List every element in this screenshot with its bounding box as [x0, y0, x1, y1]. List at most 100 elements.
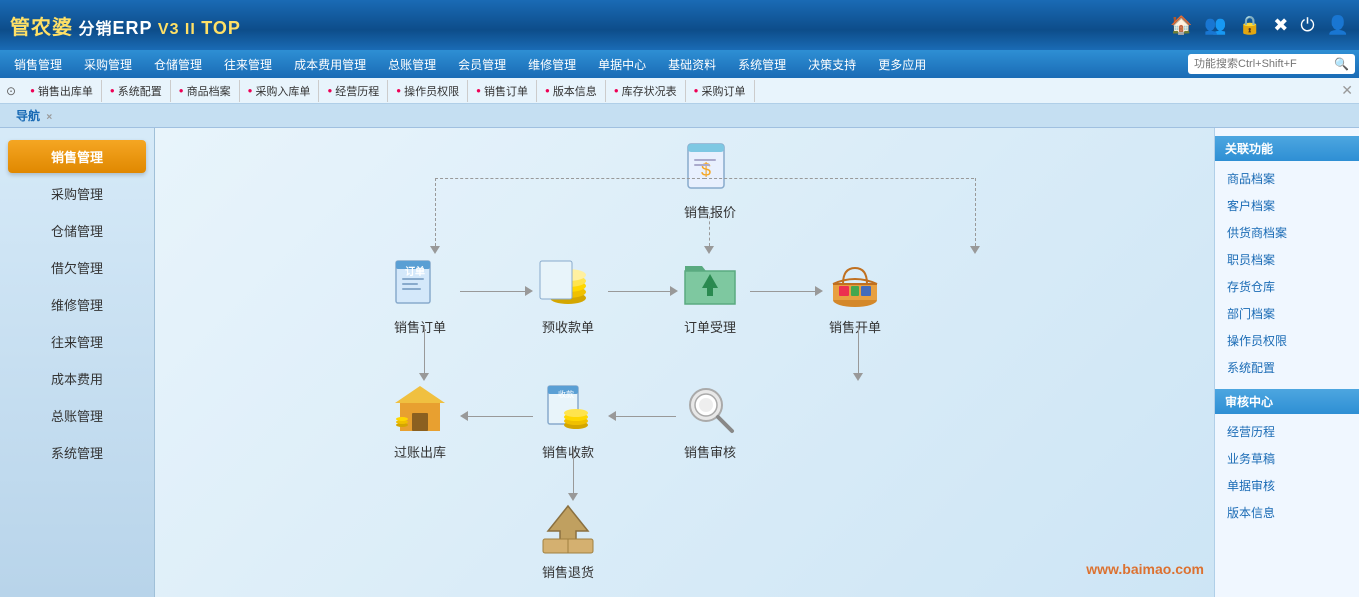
lock-icon[interactable]: 🔒 — [1239, 15, 1261, 36]
arrow-right-dashed — [970, 178, 980, 254]
search-box: 🔍 — [1188, 54, 1355, 74]
order-receive-label: 订单受理 — [684, 317, 736, 336]
logo: 管农婆 分销ERP V3 II TOP — [10, 11, 241, 40]
nav-warehouse[interactable]: 仓储管理 — [144, 52, 212, 77]
sales-open-icon — [820, 253, 890, 313]
nav-repair[interactable]: 维修管理 — [518, 52, 586, 77]
tab-close-all[interactable]: ⊙ — [6, 84, 16, 98]
nav-system[interactable]: 系统管理 — [728, 52, 796, 77]
sales-audit-icon — [675, 378, 745, 438]
panel-link-customer[interactable]: 客户档案 — [1215, 192, 1359, 219]
tab-version[interactable]: ●版本信息 — [537, 80, 606, 102]
tab-purchase-order[interactable]: ●采购订单 — [686, 80, 755, 102]
nav-member[interactable]: 会员管理 — [448, 52, 516, 77]
sub-tab-nav[interactable]: 导航 × — [8, 105, 60, 126]
nav-dealings[interactable]: 往来管理 — [214, 52, 282, 77]
panel-link-voucher-audit[interactable]: 单据审核 — [1215, 472, 1359, 499]
search-icon[interactable]: 🔍 — [1334, 57, 1349, 71]
arrow-collect-return — [568, 448, 578, 501]
tabs-close-button[interactable]: ✕ — [1341, 82, 1353, 99]
nav-purchase[interactable]: 采购管理 — [74, 52, 142, 77]
nav-voucher[interactable]: 单据中心 — [588, 52, 656, 77]
arrow-warehouse-collect — [460, 411, 533, 421]
node-sales-order[interactable]: 订单 销售订单 — [385, 253, 455, 336]
search-input[interactable] — [1194, 58, 1334, 70]
arrow-order-warehouse — [419, 325, 429, 381]
nav-cost[interactable]: 成本费用管理 — [284, 52, 376, 77]
tab-purchase-in[interactable]: ●采购入库单 — [240, 80, 320, 102]
sidebar-item-sales[interactable]: 销售管理 — [8, 140, 146, 173]
panel-link-version[interactable]: 版本信息 — [1215, 499, 1359, 526]
sidebar-item-ledger[interactable]: 总账管理 — [8, 399, 146, 432]
sales-return-icon — [533, 498, 603, 558]
sales-return-label: 销售退货 — [542, 562, 594, 581]
arrow-open-audit — [853, 325, 863, 381]
sidebar: 销售管理 采购管理 仓储管理 借欠管理 维修管理 往来管理 成本费用 总账管理 … — [0, 128, 155, 597]
panel-link-draft[interactable]: 业务草稿 — [1215, 445, 1359, 472]
panel-link-staff[interactable]: 职员档案 — [1215, 246, 1359, 273]
order-receive-icon — [675, 253, 745, 313]
sidebar-item-cost[interactable]: 成本费用 — [8, 362, 146, 395]
people-icon[interactable]: 👥 — [1204, 15, 1226, 36]
sub-tab-close[interactable]: × — [46, 112, 52, 123]
close-icon[interactable]: ✖ — [1273, 15, 1288, 36]
main: 销售管理 采购管理 仓储管理 借欠管理 维修管理 往来管理 成本费用 总账管理 … — [0, 128, 1359, 597]
sidebar-item-repair[interactable]: 维修管理 — [8, 288, 146, 321]
svg-text:订单: 订单 — [405, 265, 425, 278]
tab-sales-out[interactable]: ●销售出库单 — [22, 80, 102, 102]
tab-history[interactable]: ●经营历程 — [319, 80, 388, 102]
power-icon[interactable]: ⏻ — [1300, 15, 1314, 36]
node-out-warehouse[interactable]: 过账出库 — [385, 378, 455, 461]
node-sales-open[interactable]: 销售开单 — [820, 253, 890, 336]
out-warehouse-icon — [385, 378, 455, 438]
panel-link-warehouse[interactable]: 存货仓库 — [1215, 273, 1359, 300]
user-icon[interactable]: 👤 — [1327, 15, 1349, 36]
panel-link-operator[interactable]: 操作员权限 — [1215, 327, 1359, 354]
panel-link-supplier[interactable]: 供货商档案 — [1215, 219, 1359, 246]
panel-title-audit: 审核中心 — [1215, 389, 1359, 414]
arrow-prepay-receive — [608, 286, 678, 296]
tab-sys-config[interactable]: ●系统配置 — [102, 80, 171, 102]
content: $ 销售报价 — [155, 128, 1214, 597]
out-warehouse-label: 过账出库 — [394, 442, 446, 461]
node-sales-audit[interactable]: 销售审核 — [675, 378, 745, 461]
arrow-left-dashed — [430, 178, 440, 254]
panel-link-dept[interactable]: 部门档案 — [1215, 300, 1359, 327]
nav-basic[interactable]: 基础资料 — [658, 52, 726, 77]
sidebar-item-dealings[interactable]: 往来管理 — [8, 325, 146, 358]
sidebar-item-warehouse[interactable]: 仓储管理 — [8, 214, 146, 247]
tabs-bar: ⊙ ●销售出库单 ●系统配置 ●商品档案 ●采购入库单 ●经营历程 ●操作员权限… — [0, 78, 1359, 104]
sidebar-item-borrow[interactable]: 借欠管理 — [8, 251, 146, 284]
sales-collect-icon: 收款 — [533, 378, 603, 438]
nav-decision[interactable]: 决策支持 — [798, 52, 866, 77]
tab-operator[interactable]: ●操作员权限 — [388, 80, 468, 102]
tab-goods[interactable]: ●商品档案 — [171, 80, 240, 102]
arrow-order-prepay — [460, 286, 533, 296]
sidebar-item-system[interactable]: 系统管理 — [8, 436, 146, 469]
arrow-quote-down — [704, 216, 714, 254]
prepay-order-icon — [533, 253, 603, 313]
nav-sales[interactable]: 销售管理 — [4, 52, 72, 77]
tab-inventory[interactable]: ●库存状况表 — [606, 80, 686, 102]
svg-text:$: $ — [701, 160, 711, 180]
panel-link-goods[interactable]: 商品档案 — [1215, 165, 1359, 192]
panel-link-history[interactable]: 经营历程 — [1215, 418, 1359, 445]
nav-more[interactable]: 更多应用 — [868, 52, 936, 77]
node-prepay-order[interactable]: 预收款单 — [533, 253, 603, 336]
arrow-collect-audit — [608, 411, 676, 421]
tab-sales-order[interactable]: ●销售订单 — [468, 80, 537, 102]
node-order-receive[interactable]: 订单受理 — [675, 253, 745, 336]
sub-header: 导航 × — [0, 104, 1359, 128]
flow-diagram: $ 销售报价 — [155, 128, 1214, 597]
sidebar-item-purchase[interactable]: 采购管理 — [8, 177, 146, 210]
node-sales-quote[interactable]: $ 销售报价 — [675, 138, 745, 221]
header: 管农婆 分销ERP V3 II TOP 🏠 👥 🔒 ✖ ⏻ 👤 — [0, 0, 1359, 50]
sales-audit-label: 销售审核 — [684, 442, 736, 461]
panel-link-sysconfig[interactable]: 系统配置 — [1215, 354, 1359, 381]
nav-ledger[interactable]: 总账管理 — [378, 52, 446, 77]
node-sales-return[interactable]: 销售退货 — [533, 498, 603, 581]
home-icon[interactable]: 🏠 — [1170, 15, 1192, 36]
dashed-right — [704, 178, 974, 179]
header-icons: 🏠 👥 🔒 ✖ ⏻ 👤 — [1170, 15, 1349, 36]
right-panel: 关联功能 商品档案 客户档案 供货商档案 职员档案 存货仓库 部门档案 操作员权… — [1214, 128, 1359, 597]
